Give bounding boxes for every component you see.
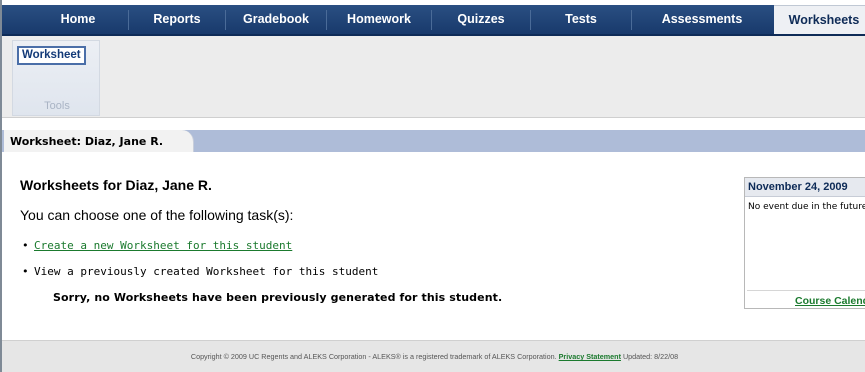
worksheet-tool-button[interactable]: Worksheet [17,46,86,65]
tools-group-label: Tools [44,100,70,112]
bullet-icon: • [22,239,29,252]
create-worksheet-link[interactable]: Create a new Worksheet for this student [34,239,292,252]
tab-homework[interactable]: Homework [327,5,431,34]
page-tab-worksheet[interactable]: Worksheet: Diaz, Jane R. [4,130,194,152]
tab-assessments[interactable]: Assessments [632,5,772,34]
no-worksheets-message: Sorry, no Worksheets have been previousl… [53,291,503,304]
bullet-icon: • [22,265,29,278]
tools-group: Worksheet Tools [12,40,100,116]
tab-reports[interactable]: Reports [129,5,225,34]
view-worksheet-text: View a previously created Worksheet for … [34,265,379,278]
tab-tests[interactable]: Tests [531,5,631,34]
main-content: Worksheets for Diaz, Jane R. You can cho… [2,152,865,340]
footer: Copyright © 2009 UC Regents and ALEKS Co… [2,340,865,372]
page-title: Worksheets for Diaz, Jane R. [20,177,212,193]
calendar-date: November 24, 2009 [745,178,865,197]
tab-gradebook[interactable]: Gradebook [226,5,326,34]
footer-updated: Updated: 8/22/08 [622,352,679,361]
list-item: • Create a new Worksheet for this student [22,239,292,252]
tab-worksheets[interactable]: Worksheets [774,5,865,34]
page-tab-strip: Worksheet: Diaz, Jane R. [2,130,865,152]
top-navigation: Home Reports Gradebook Homework Quizzes … [2,0,865,36]
list-item: • View a previously created Worksheet for… [22,265,378,278]
calendar-widget: November 24, 2009 No event due in the fu… [744,177,865,309]
privacy-statement-link[interactable]: Privacy Statement [559,352,621,361]
tab-quizzes[interactable]: Quizzes [432,5,530,34]
task-intro: You can choose one of the following task… [20,207,294,223]
tab-home[interactable]: Home [28,5,128,34]
footer-copyright: Copyright © 2009 UC Regents and ALEKS Co… [190,352,557,361]
calendar-events-text: No event due in the future [748,202,865,212]
page-frame: Home Reports Gradebook Homework Quizzes … [0,0,865,372]
toolbar: Worksheet Tools [2,36,865,118]
calendar-divider [747,290,865,291]
course-calendar-link[interactable]: Course Calend [795,295,865,307]
